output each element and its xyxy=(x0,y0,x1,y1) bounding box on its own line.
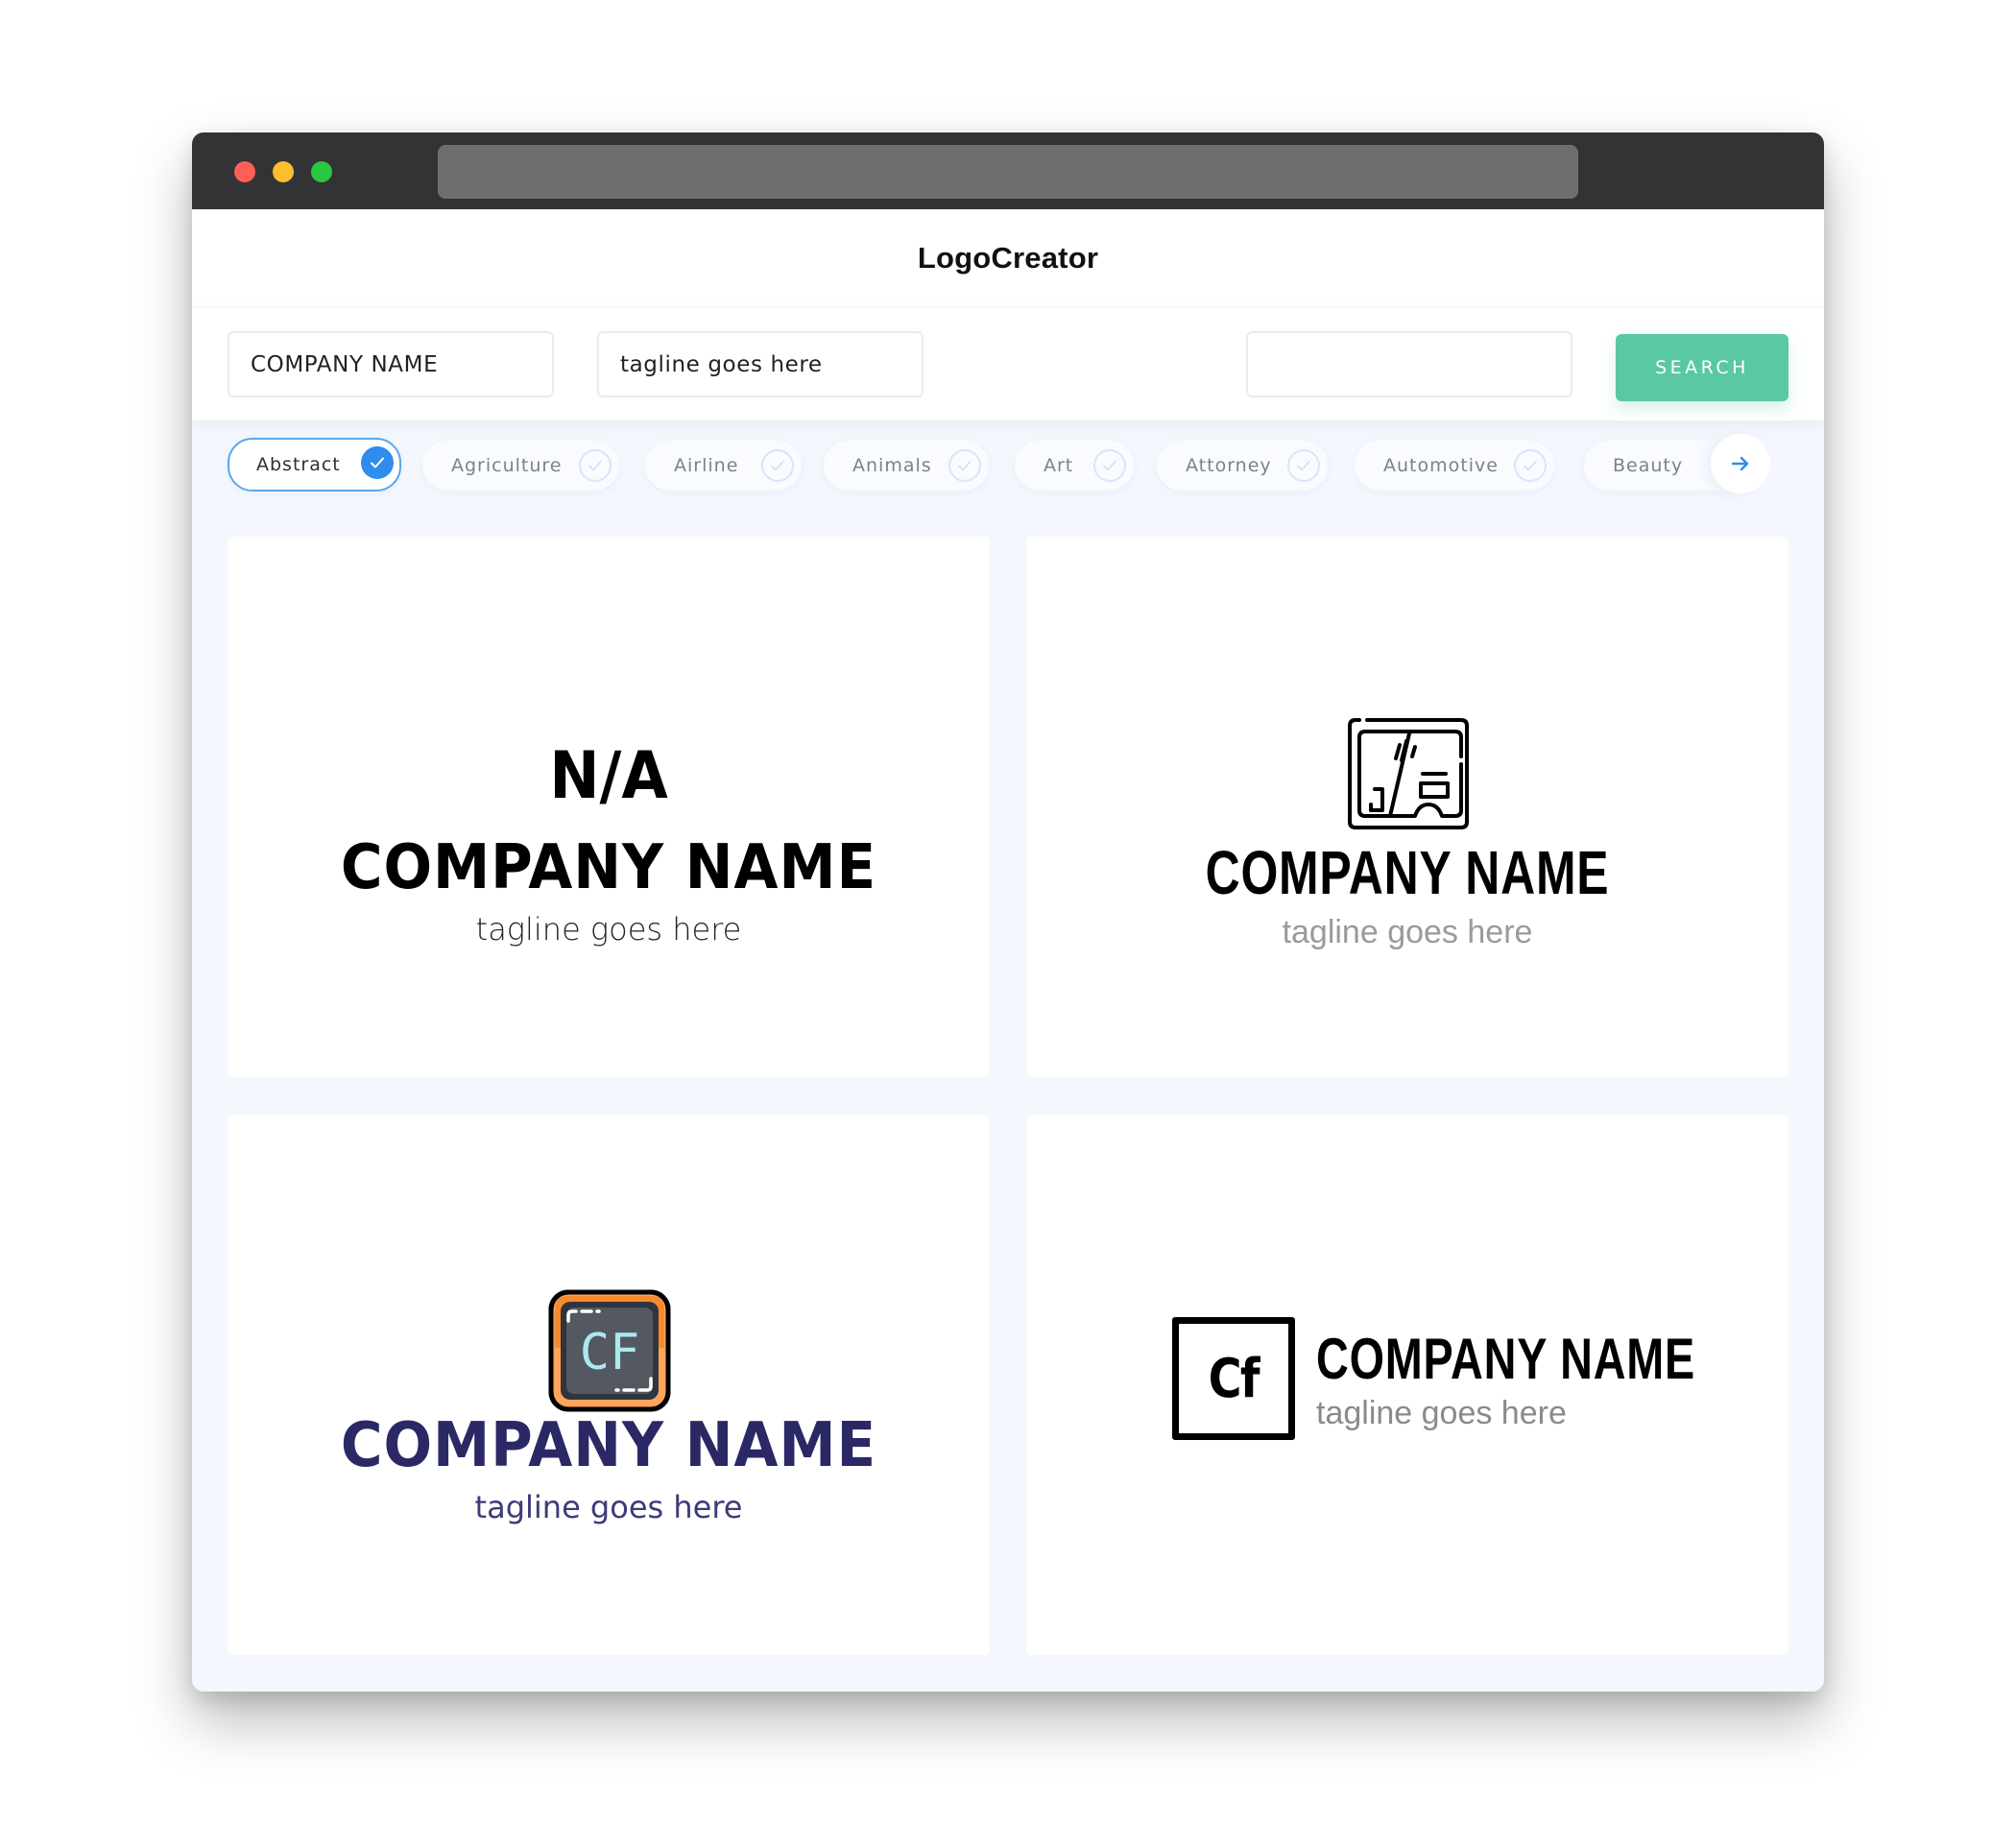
app-header: LogoCreator xyxy=(192,209,1824,307)
check-icon xyxy=(1287,449,1320,482)
search-row: COMPANY NAME tagline goes here SEARCH xyxy=(192,307,1824,420)
category-chip-agriculture[interactable]: Agriculture xyxy=(422,441,619,491)
logo-card[interactable]: N/A COMPANY NAME tagline goes here xyxy=(228,537,990,1077)
search-button[interactable]: SEARCH xyxy=(1616,334,1788,401)
check-icon xyxy=(361,446,394,479)
logo-tagline: tagline goes here xyxy=(1316,1395,1567,1431)
check-icon xyxy=(761,449,794,482)
logo-monogram-box: Cf xyxy=(1172,1317,1295,1440)
category-chip-airline[interactable]: Airline xyxy=(645,441,802,491)
company-name-input[interactable]: COMPANY NAME xyxy=(228,331,554,397)
category-chip-animals[interactable]: Animals xyxy=(824,441,989,491)
check-icon xyxy=(579,449,612,482)
logo-company-name: COMPANY NAME xyxy=(340,1410,877,1481)
category-label: Airline xyxy=(674,455,739,476)
minimize-window-button[interactable] xyxy=(273,161,294,182)
logo-company-name: COMPANY NAME xyxy=(340,832,877,903)
category-filter-bar: Abstract Agriculture Airline Animals Art xyxy=(228,434,1788,501)
logo-tagline: tagline goes here xyxy=(475,911,742,948)
app-title: LogoCreator xyxy=(917,240,1099,275)
category-label: Attorney xyxy=(1186,455,1272,476)
category-label: Automotive xyxy=(1383,455,1499,476)
browser-window: LogoCreator COMPANY NAME tagline goes he… xyxy=(192,132,1824,1692)
tablet-screen-icon xyxy=(1348,718,1469,829)
logo-card[interactable]: CF COMPANY NAME tagline goes here xyxy=(228,1115,990,1655)
category-label: Agriculture xyxy=(451,455,563,476)
category-chip-automotive[interactable]: Automotive xyxy=(1355,441,1554,491)
cf-screen-icon: CF xyxy=(548,1289,671,1412)
maximize-window-button[interactable] xyxy=(311,161,332,182)
category-label: Animals xyxy=(852,455,932,476)
extra-input[interactable] xyxy=(1246,331,1572,397)
category-chip-art[interactable]: Art xyxy=(1015,441,1134,491)
category-label: Art xyxy=(1044,455,1074,476)
logo-tagline: tagline goes here xyxy=(474,1489,743,1525)
arrow-right-icon xyxy=(1731,456,1749,471)
title-bar xyxy=(192,132,1824,209)
logo-card[interactable]: COMPANY NAME tagline goes here xyxy=(1026,537,1788,1077)
icon-monogram: CF xyxy=(580,1324,640,1381)
close-window-button[interactable] xyxy=(234,161,255,182)
logo-monogram: Cf xyxy=(1208,1347,1260,1410)
check-icon xyxy=(1093,449,1126,482)
category-label: Beauty xyxy=(1613,455,1684,476)
tagline-input[interactable]: tagline goes here xyxy=(597,331,924,397)
category-chip-abstract[interactable]: Abstract xyxy=(228,438,401,492)
address-bar[interactable] xyxy=(438,145,1578,199)
logo-monogram: N/A xyxy=(549,738,668,814)
logo-card[interactable]: Cf COMPANY NAME tagline goes here xyxy=(1026,1115,1788,1655)
next-categories-button[interactable] xyxy=(1711,434,1770,493)
logo-company-name: COMPANY NAME xyxy=(1205,838,1610,907)
logo-company-name: COMPANY NAME xyxy=(1316,1327,1696,1391)
category-label: Abstract xyxy=(256,454,341,475)
check-icon xyxy=(948,449,981,482)
logo-tagline: tagline goes here xyxy=(1282,914,1533,950)
check-icon xyxy=(1514,449,1547,482)
category-chip-attorney[interactable]: Attorney xyxy=(1157,441,1328,491)
